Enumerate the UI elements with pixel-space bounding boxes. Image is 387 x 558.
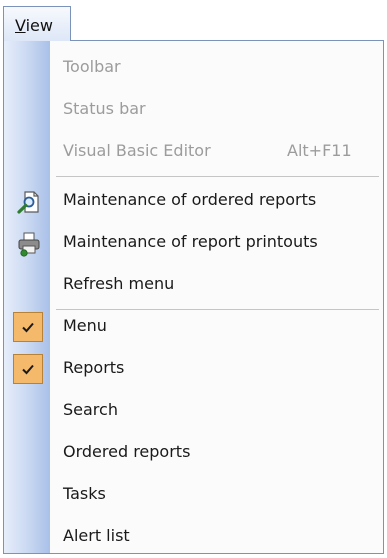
checkmark-icon xyxy=(22,322,34,333)
menu-item-shortcut: Alt+F11 xyxy=(287,141,352,160)
menu-item-label: Ordered reports xyxy=(63,442,191,461)
menu-item-label: Maintenance of report printouts xyxy=(63,232,318,251)
menu-item-label: Tasks xyxy=(63,484,106,503)
menu-item-refresh-menu[interactable]: Refresh menu xyxy=(4,265,383,305)
menu-item-label: Refresh menu xyxy=(63,274,175,293)
view-menu-label: View xyxy=(15,16,53,35)
printer-icon xyxy=(18,232,40,257)
menu-item-label: Toolbar xyxy=(63,57,121,76)
menu-item-label: Status bar xyxy=(63,99,146,118)
menu-item-label: Visual Basic Editor xyxy=(63,141,211,160)
menu-item-label: Maintenance of ordered reports xyxy=(63,190,317,209)
menu-item-maintenance-ordered-reports[interactable]: Maintenance of ordered reports xyxy=(4,181,383,221)
checkmark-icon xyxy=(22,364,34,375)
menu-item-search[interactable]: Search xyxy=(4,391,383,431)
menu-item-alert-list[interactable]: Alert list xyxy=(4,517,383,557)
view-dropdown-menu: Toolbar Status bar Visual Basic Editor A… xyxy=(3,40,384,554)
menu-item-label: Reports xyxy=(63,358,125,377)
menu-item-label: Menu xyxy=(63,316,107,335)
menu-item-maintenance-report-printouts[interactable]: Maintenance of report printouts xyxy=(4,223,383,263)
menu-check-state xyxy=(13,354,43,384)
menu-item-label: Alert list xyxy=(63,526,130,545)
menu-item-toolbar[interactable]: Toolbar xyxy=(4,48,383,88)
view-menu-tab[interactable]: View xyxy=(3,6,71,41)
menu-item-status-bar[interactable]: Status bar xyxy=(4,90,383,130)
menu-item-label: Search xyxy=(63,400,118,419)
menu-item-reports[interactable]: Reports xyxy=(4,349,383,389)
search-document-icon xyxy=(17,191,39,214)
menu-check-state xyxy=(13,312,43,342)
menu-item-menu[interactable]: Menu xyxy=(4,307,383,347)
menu-item-tasks[interactable]: Tasks xyxy=(4,475,383,515)
menu-item-visual-basic-editor[interactable]: Visual Basic Editor Alt+F11 xyxy=(4,132,383,172)
menu-separator xyxy=(56,176,379,177)
menu-item-ordered-reports[interactable]: Ordered reports xyxy=(4,433,383,473)
